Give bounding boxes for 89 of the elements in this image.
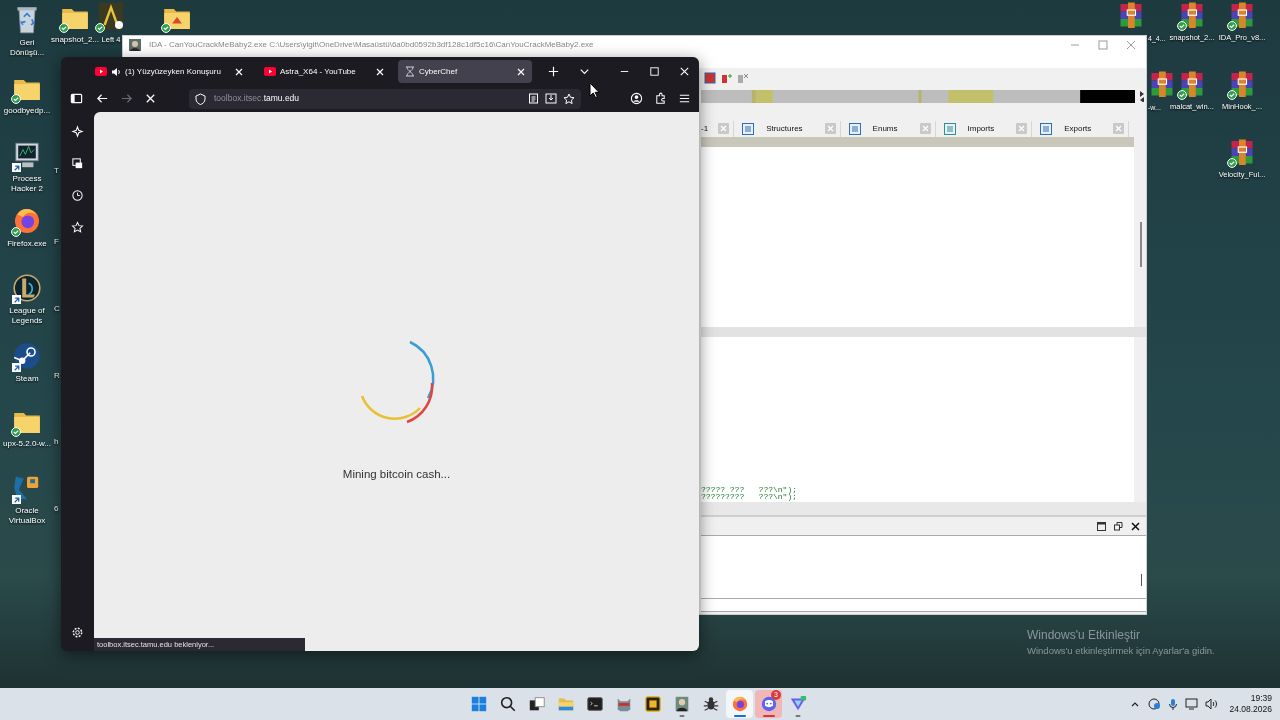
command-input[interactable] bbox=[701, 598, 1146, 612]
star-icon[interactable] bbox=[563, 92, 575, 105]
icon-label[interactable]: h bbox=[54, 437, 59, 447]
clock-time: 19:39 bbox=[1250, 693, 1272, 704]
arrow-left-icon bbox=[95, 92, 109, 105]
table-icon bbox=[943, 122, 956, 135]
code-line: ????? ??? ???\n"); bbox=[701, 486, 798, 493]
network-icon[interactable] bbox=[1147, 698, 1162, 710]
play-logo-icon bbox=[264, 67, 276, 76]
microphone-icon[interactable] bbox=[1168, 697, 1179, 711]
browser-tab[interactable]: Astra_X64 - YouTube bbox=[257, 60, 391, 83]
clock[interactable]: 19:39 24.08.2026 bbox=[1229, 693, 1272, 715]
icon-label[interactable]: Steam bbox=[15, 374, 39, 384]
table-icon bbox=[1040, 122, 1053, 135]
tab-title[interactable]: CyberChef bbox=[419, 65, 513, 78]
league-logo-icon[interactable] bbox=[11, 272, 43, 304]
plus-icon bbox=[546, 65, 560, 78]
remove-breakpoint-icon[interactable] bbox=[736, 71, 748, 84]
add-breakpoint-icon[interactable] bbox=[720, 71, 732, 84]
task-view-icon bbox=[527, 695, 546, 713]
firefox-icon bbox=[730, 695, 749, 713]
breakpoint-toolbar-icon[interactable] bbox=[704, 71, 716, 84]
tab[interactable]: Enums bbox=[860, 122, 910, 135]
menu-icon bbox=[677, 92, 691, 105]
tab[interactable]: -1 bbox=[701, 122, 709, 135]
icon-label[interactable]: T bbox=[54, 166, 59, 176]
restore-icon[interactable] bbox=[1114, 521, 1123, 531]
windows-logo-icon bbox=[469, 695, 488, 713]
icon-label[interactable]: C bbox=[54, 304, 60, 314]
close-icon[interactable] bbox=[1131, 521, 1140, 531]
activation-subtitle: Windows'u etkinleştirmek için Ayarlar'a gidin. bbox=[1027, 644, 1215, 658]
tab-title[interactable]: (1) Yüzyüzeyken Konuşuru bbox=[125, 65, 231, 78]
scrollbar-thumb[interactable] bbox=[1140, 222, 1142, 267]
puzzle-icon bbox=[653, 92, 667, 105]
vpn-triangle-icon bbox=[788, 695, 807, 713]
terminal-icon bbox=[585, 695, 604, 713]
tab[interactable]: Imports bbox=[955, 122, 1007, 135]
search-icon bbox=[498, 695, 517, 713]
arrow-right-icon bbox=[119, 92, 133, 105]
icon-label[interactable]: R bbox=[54, 371, 60, 381]
table-icon bbox=[848, 122, 861, 135]
activation-title: Windows'u Etkinleştir bbox=[1027, 627, 1141, 644]
maximize-icon bbox=[647, 65, 661, 78]
mouse-cursor-icon bbox=[589, 82, 600, 98]
clock-icon bbox=[71, 188, 84, 202]
settings-icon bbox=[71, 625, 84, 639]
maximize-icon[interactable] bbox=[1097, 521, 1106, 531]
icon-label[interactable]: Firefox.exe bbox=[7, 239, 47, 249]
url-text[interactable]: toolbox.itsec.tamu.edu bbox=[214, 92, 300, 105]
icon-label[interactable]: goodbyedp... bbox=[3, 106, 51, 116]
bug-icon bbox=[701, 695, 720, 713]
chat-app-icon bbox=[759, 695, 778, 713]
code-line: ????????? ???\n"); bbox=[701, 493, 798, 500]
portrait-icon bbox=[129, 38, 141, 51]
hourglass-icon bbox=[405, 66, 415, 77]
speaker-icon[interactable] bbox=[111, 66, 121, 77]
reader-view-icon[interactable] bbox=[528, 93, 539, 104]
sparkle-icon bbox=[71, 124, 84, 138]
tab[interactable]: Structures bbox=[754, 122, 815, 135]
address-bar[interactable]: toolbox.itsec.tamu.edu bbox=[189, 88, 581, 109]
browser-tab[interactable]: CyberChef bbox=[398, 60, 532, 83]
devices-icon bbox=[71, 156, 84, 170]
icon-label[interactable]: F bbox=[54, 237, 59, 247]
star-icon bbox=[71, 220, 84, 234]
play-logo-icon bbox=[95, 67, 107, 76]
shield-icon[interactable] bbox=[195, 92, 206, 105]
table-icon bbox=[742, 122, 755, 135]
window-title: IDA - CanYouCrackMeBaby2.exe C:\Users\yigit\OneDrive\Masaüstü\6a0bd0592b3df128c1df5c16\CanYouCrackMeBaby2.exe bbox=[149, 38, 594, 51]
speaker-icon[interactable] bbox=[1205, 698, 1219, 710]
account-icon bbox=[629, 92, 643, 105]
icon-label[interactable]: upx-5.2.0-w... bbox=[3, 439, 51, 449]
icon-label[interactable]: 6 bbox=[54, 504, 59, 514]
steam-logo-icon[interactable] bbox=[11, 340, 43, 372]
app-logo-icon bbox=[643, 695, 662, 713]
scrollbar-thumb[interactable] bbox=[1141, 574, 1142, 586]
icon-label[interactable]: snapshot_2... bbox=[50, 35, 99, 45]
tab[interactable]: Exports bbox=[1052, 122, 1104, 135]
tab-title[interactable]: Astra_X64 - YouTube bbox=[280, 65, 372, 78]
display-icon[interactable] bbox=[1185, 698, 1199, 710]
loading-message: Mining bitcoin cash... bbox=[342, 467, 451, 482]
download-icon[interactable] bbox=[545, 93, 557, 104]
sidebar-icon bbox=[69, 92, 83, 105]
icon-label[interactable]: Geri Dönüşü... bbox=[2, 38, 52, 58]
scroll-arrows-icon[interactable] bbox=[1138, 90, 1146, 102]
clock-date: 24.08.2026 bbox=[1229, 704, 1272, 715]
browser-tab[interactable]: (1) Yüzyüzeyken Konuşuru bbox=[88, 60, 250, 83]
icon-label[interactable]: Oracle VirtualBox bbox=[2, 506, 52, 526]
icon-label[interactable]: Process Hacker 2 bbox=[2, 174, 52, 194]
icon-label[interactable]: League of Legends bbox=[2, 306, 52, 326]
